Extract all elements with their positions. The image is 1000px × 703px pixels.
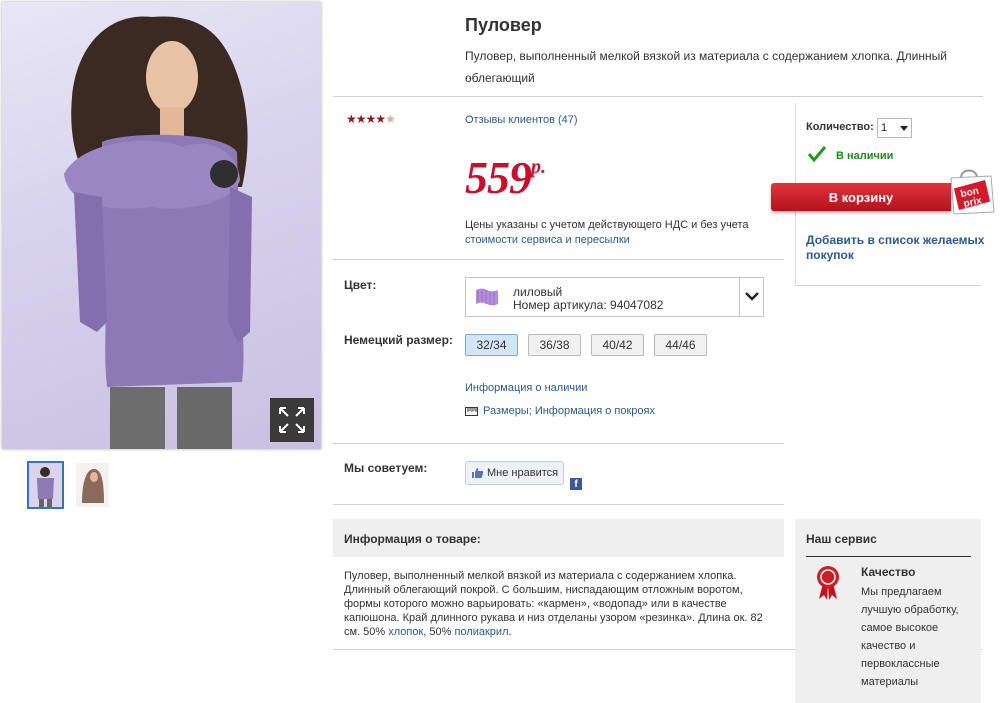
size-options: 32/34 36/38 40/42 44/46: [465, 334, 707, 356]
info-text-part: .: [508, 626, 512, 638]
service-text: Мы предлагаем лучшую обработку, самое вы…: [861, 586, 959, 688]
size-option[interactable]: 36/38: [528, 334, 581, 356]
facebook-icon[interactable]: f: [570, 478, 582, 490]
size-info[interactable]: Размеры; Информация о покроях: [465, 405, 655, 417]
quality-badge-icon: [817, 566, 839, 600]
service-panel: Наш сервис Качество Мы предлагаем лучшую…: [795, 519, 981, 703]
quantity-value: 1: [881, 122, 888, 134]
product-info-text: Пуловер, выполненный мелкой вязкой из ма…: [344, 569, 764, 639]
star-icon: ★: [346, 112, 357, 126]
quantity-label: Количество:: [806, 121, 874, 133]
price-amount: 559: [465, 152, 532, 203]
divider: [333, 504, 784, 505]
thumbs-up-icon: [472, 468, 484, 478]
price: 559р.: [465, 152, 546, 204]
info-text-part: , 50%: [423, 626, 455, 638]
reviews-link[interactable]: Отзывы клиентов (47): [465, 114, 578, 126]
description-ellipsis: ...: [465, 68, 476, 82]
star-icon: ★: [355, 112, 367, 126]
product-info-header: Информация о товаре:: [333, 519, 784, 557]
star-empty-icon: ★: [385, 112, 396, 126]
product-image[interactable]: [2, 2, 321, 449]
vat-note: Цены указаны с учетом действующего НДС и…: [465, 218, 765, 248]
service-title: Наш сервис: [806, 532, 877, 546]
size-label: Немецкий размер:: [344, 333, 453, 347]
star-icon: ★: [365, 112, 377, 126]
product-short-description: Пуловер, выполненный мелкой вязкой из ма…: [465, 49, 947, 85]
thumbnail-list: [27, 461, 111, 509]
availability-link[interactable]: Информация о наличии: [465, 382, 587, 394]
cotton-link[interactable]: хлопок: [388, 626, 423, 638]
add-to-cart-button[interactable]: В корзину: [771, 183, 951, 211]
like-button-label: Мне нравится: [487, 467, 559, 479]
shipping-costs-link[interactable]: стоимости сервиса и пересылки: [465, 234, 630, 246]
article-number: Номер артикула: 94047082: [513, 298, 664, 312]
like-button[interactable]: Мне нравится: [465, 461, 564, 485]
price-currency: р.: [531, 156, 546, 178]
quantity-select[interactable]: 1: [877, 118, 912, 138]
shopping-bag-icon: bon prix: [950, 169, 995, 215]
divider: [806, 556, 971, 557]
add-to-wishlist-link[interactable]: Добавить в список желаемых покупок: [806, 233, 986, 263]
chevron-down-icon: [900, 126, 908, 131]
size-option[interactable]: 32/34: [465, 334, 518, 356]
ruler-icon: [465, 406, 478, 416]
star-icon: ★: [375, 112, 386, 126]
color-name: лиловый: [513, 285, 563, 299]
product-title: Пуловер: [465, 15, 542, 35]
size-option[interactable]: 44/46: [654, 334, 707, 356]
chevron-down-icon[interactable]: [739, 278, 763, 316]
product-info-heading: Информация о товаре:: [344, 532, 481, 546]
divider: [795, 285, 981, 286]
color-select[interactable]: лиловый Номер артикула: 94047082: [465, 277, 764, 317]
divider: [333, 443, 784, 444]
service-subtitle: Качество: [861, 565, 916, 579]
checkmark-icon: [808, 146, 826, 162]
rating-stars: ★★★★★: [346, 112, 396, 126]
divider: [333, 96, 983, 97]
thumbnail-1[interactable]: [27, 461, 64, 509]
thumbnail-2[interactable]: [74, 461, 111, 509]
vat-note-text: Цены указаны с учетом действующего НДС и…: [465, 219, 749, 231]
color-label: Цвет:: [344, 278, 377, 292]
in-stock-status: В наличии: [836, 150, 894, 162]
color-swatch: [476, 288, 498, 306]
divider: [333, 259, 784, 260]
size-info-link[interactable]: Размеры; Информация о покроях: [483, 405, 655, 417]
recommend-label: Мы советуем:: [344, 461, 428, 475]
expand-icon[interactable]: [270, 398, 314, 442]
size-option[interactable]: 40/42: [591, 334, 644, 356]
polyacryl-link[interactable]: полиакрил: [454, 626, 508, 638]
